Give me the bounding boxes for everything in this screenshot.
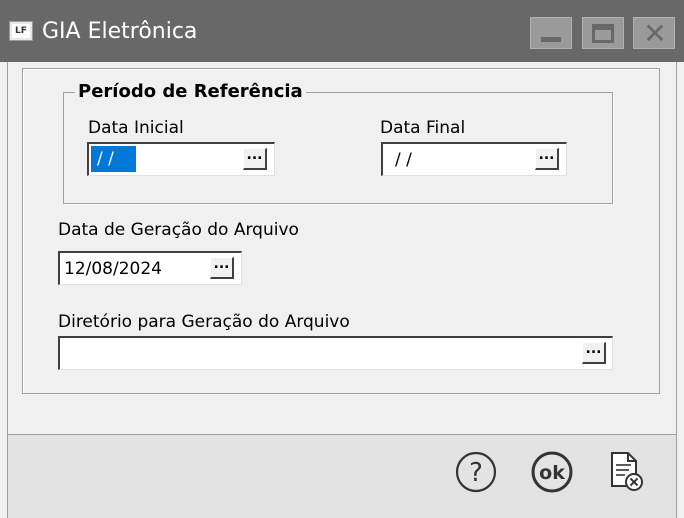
directory-label: Diretório para Geração do Arquivo — [58, 312, 350, 332]
generation-date-value[interactable]: 12/08/2024 — [64, 258, 162, 280]
svg-text:ok: ok — [539, 462, 565, 484]
maximize-icon — [592, 24, 614, 43]
cancel-document-button[interactable] — [603, 450, 647, 494]
reference-period-title: Período de Referência — [75, 80, 306, 104]
gia-eletronica-window: LF GIA Eletrônica ✕ Período de Referênci… — [0, 0, 684, 518]
window-title: GIA Eletrônica — [42, 19, 198, 44]
generation-date-ellipsis-button[interactable]: ... — [210, 257, 234, 279]
ok-button[interactable]: ok — [530, 450, 574, 494]
start-date-field[interactable]: / / ... — [87, 142, 275, 176]
title-bar[interactable]: LF GIA Eletrônica ✕ — [0, 0, 684, 62]
end-date-value[interactable]: / / — [395, 149, 412, 171]
maximize-button[interactable] — [582, 17, 624, 49]
directory-field[interactable]: ... — [58, 336, 613, 370]
end-date-ellipsis-button[interactable]: ... — [535, 148, 559, 170]
generation-date-field[interactable]: 12/08/2024 ... — [58, 251, 242, 285]
svg-text:?: ? — [469, 458, 483, 488]
start-date-label: Data Inicial — [88, 118, 184, 138]
generation-date-label: Data de Geração do Arquivo — [58, 220, 299, 240]
close-button[interactable]: ✕ — [633, 17, 675, 50]
start-date-ellipsis-button[interactable]: ... — [243, 148, 267, 170]
directory-ellipsis-button[interactable]: ... — [582, 342, 606, 364]
close-icon: ✕ — [643, 17, 667, 50]
start-date-value[interactable]: / / — [91, 146, 136, 172]
document-close-icon — [611, 452, 643, 491]
footer-bar — [8, 435, 676, 518]
minimize-button[interactable] — [530, 17, 572, 49]
end-date-field[interactable]: / / ... — [381, 142, 567, 176]
help-icon: ? — [455, 451, 497, 493]
help-button[interactable]: ? — [454, 450, 498, 494]
end-date-label: Data Final — [380, 118, 466, 138]
minimize-icon — [541, 37, 561, 42]
ok-icon: ok — [531, 451, 573, 493]
app-logo-icon: LF — [9, 21, 33, 41]
